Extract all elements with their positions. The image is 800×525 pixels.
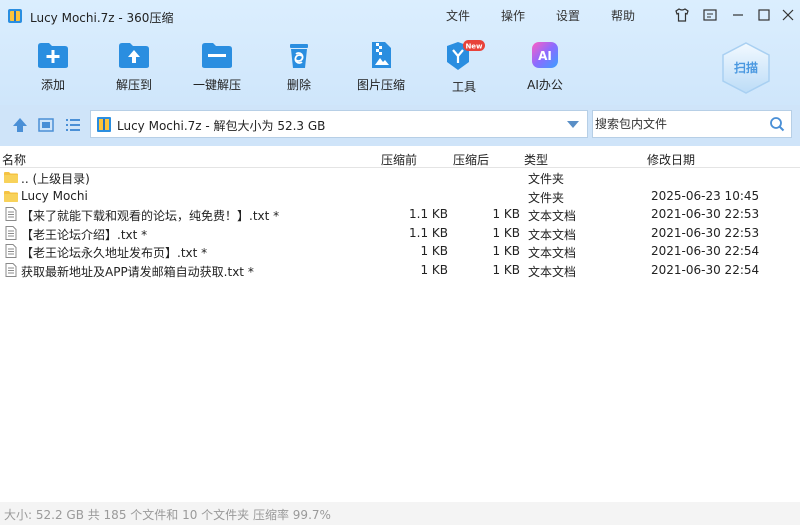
minimize-icon [733, 14, 743, 16]
file-modified: 2021-06-30 22:54 [651, 244, 760, 259]
image-compress-button[interactable]: 图片压缩 [346, 40, 416, 100]
path-combobox[interactable]: Lucy Mochi.7z - 解包大小为 52.3 GB [90, 110, 588, 138]
column-size[interactable]: 压缩后 [453, 151, 489, 168]
file-name: .. (上级目录) [21, 172, 90, 186]
column-type[interactable]: 类型 [524, 151, 548, 168]
search-input[interactable] [595, 115, 763, 133]
column-name[interactable]: 名称 [2, 151, 26, 168]
ai-office-label: AI办公 [527, 78, 563, 92]
maximize-icon [758, 9, 770, 21]
add-label: 添加 [40, 78, 65, 92]
table-row[interactable]: 【来了就能下载和观看的论坛，纯免费！】.txt * 1.1 KB 1 KB 文本文档 2… [0, 205, 800, 224]
menu-operation[interactable]: 操作 [501, 7, 525, 24]
file-compressed: 1 KB [420, 244, 448, 259]
column-compressed[interactable]: 压缩前 [381, 151, 417, 168]
image-compress-label: 图片压缩 [356, 78, 405, 92]
delete-label: 删除 [286, 78, 311, 92]
skin-button[interactable] [672, 5, 692, 25]
menu-file[interactable]: 文件 [446, 7, 470, 24]
file-modified: 2021-06-30 22:54 [651, 263, 760, 277]
table-row[interactable]: .. (上级目录) 文件夹 [0, 168, 800, 187]
extract-to-button[interactable]: 解压到 [99, 40, 169, 100]
window-title: Lucy Mochi.7z - 360压缩 [30, 11, 174, 25]
text-file-icon [4, 225, 18, 240]
text-file-icon [4, 207, 18, 222]
close-icon [782, 9, 794, 21]
status-text: 大小: 52.2 GB 共 185 个文件和 10 个文件夹 压缩率 99.7% [4, 508, 331, 522]
feedback-button[interactable] [700, 5, 720, 25]
add-button[interactable]: 添加 [18, 40, 88, 100]
search-box[interactable] [592, 110, 792, 138]
text-file-icon [4, 263, 18, 277]
image-compress-icon [372, 42, 391, 68]
archive-icon [97, 117, 111, 132]
add-folder-icon [38, 43, 68, 68]
file-size: 1 KB [492, 207, 520, 222]
list-header: 名称 压缩前 压缩后 类型 修改日期 [0, 148, 800, 168]
file-size: 1 KB [492, 244, 520, 259]
menu-help[interactable]: 帮助 [611, 7, 635, 24]
file-size: 1 KB [492, 225, 520, 240]
minimize-button[interactable] [728, 5, 748, 25]
folder-icon [4, 189, 18, 203]
table-row[interactable]: 【老王论坛介绍】.txt * 1.1 KB 1 KB 文本文档 2021-06-30 2… [0, 224, 800, 243]
table-row[interactable]: 【老王论坛永久地址发布页】.txt * 1 KB 1 KB 文本文档 2021-06-3… [0, 242, 800, 261]
file-modified: 2021-06-30 22:53 [651, 225, 760, 240]
file-compressed: 1.1 KB [409, 207, 448, 222]
file-type: 文件夹 [528, 190, 565, 205]
tools-icon: New [447, 40, 485, 70]
one-click-extract-icon [202, 43, 232, 68]
one-click-extract-button[interactable]: 一键解压 [182, 40, 252, 100]
status-bar: 大小: 52.2 GB 共 185 个文件和 10 个文件夹 压缩率 99.7% [0, 502, 800, 525]
tools-button[interactable]: New 工具 [429, 40, 499, 100]
file-type: 文本文档 [528, 227, 577, 242]
table-row[interactable]: 获取最新地址及APP请发邮箱自动获取.txt * 1 KB 1 KB 文本文档 2021… [0, 261, 800, 280]
title-bar: Lucy Mochi.7z - 360压缩 文件 操作 设置 帮助 [0, 0, 800, 32]
list-view-icon[interactable] [64, 116, 82, 134]
menu-settings[interactable]: 设置 [556, 7, 580, 24]
trash-icon [290, 44, 308, 68]
file-type: 文本文档 [528, 209, 577, 224]
file-type: 文本文档 [528, 265, 577, 279]
new-badge: New [465, 43, 483, 51]
table-row[interactable]: Lucy Mochi 文件夹 2025-06-23 10:45 [0, 187, 800, 206]
scan-label: 扫描 [734, 60, 758, 75]
up-arrow-icon[interactable] [11, 116, 29, 134]
search-icon[interactable] [769, 116, 785, 132]
file-name: Lucy Mochi [21, 188, 88, 203]
app-logo-icon [8, 9, 22, 23]
current-path: Lucy Mochi.7z - 解包大小为 52.3 GB [117, 119, 326, 133]
thumbnail-view-icon[interactable] [37, 116, 55, 134]
delete-button[interactable]: 删除 [264, 40, 334, 100]
tools-label: 工具 [451, 80, 476, 94]
shield-icon: 扫描 [722, 42, 770, 94]
maximize-button[interactable] [754, 5, 774, 25]
file-name: 【老王论坛介绍】.txt * [21, 227, 148, 242]
column-modified[interactable]: 修改日期 [647, 151, 695, 168]
file-compressed: 1 KB [420, 263, 448, 277]
folder-icon [4, 170, 18, 184]
message-icon [703, 9, 717, 21]
close-button[interactable] [778, 5, 798, 25]
ai-office-icon: AI [532, 42, 558, 68]
file-modified: 2025-06-23 10:45 [651, 188, 760, 203]
extract-to-icon [119, 43, 149, 68]
ai-badge-text: AI [538, 49, 552, 63]
scan-button[interactable]: 扫描 [718, 40, 774, 96]
file-name: 【来了就能下载和观看的论坛，纯免费！】.txt * [21, 209, 280, 224]
file-type: 文件夹 [528, 172, 565, 186]
file-name: 【老王论坛永久地址发布页】.txt * [21, 246, 208, 261]
chevron-down-icon[interactable] [567, 121, 579, 128]
file-modified: 2021-06-30 22:53 [651, 207, 760, 222]
shirt-icon [675, 8, 689, 22]
file-name: 获取最新地址及APP请发邮箱自动获取.txt * [21, 265, 254, 279]
file-compressed: 1.1 KB [409, 225, 448, 240]
ai-office-button[interactable]: AI AI办公 [510, 40, 580, 100]
extract-to-label: 解压到 [115, 78, 152, 92]
file-size: 1 KB [492, 263, 520, 277]
one-click-extract-label: 一键解压 [192, 78, 241, 92]
file-type: 文本文档 [528, 246, 577, 261]
text-file-icon [4, 244, 18, 259]
